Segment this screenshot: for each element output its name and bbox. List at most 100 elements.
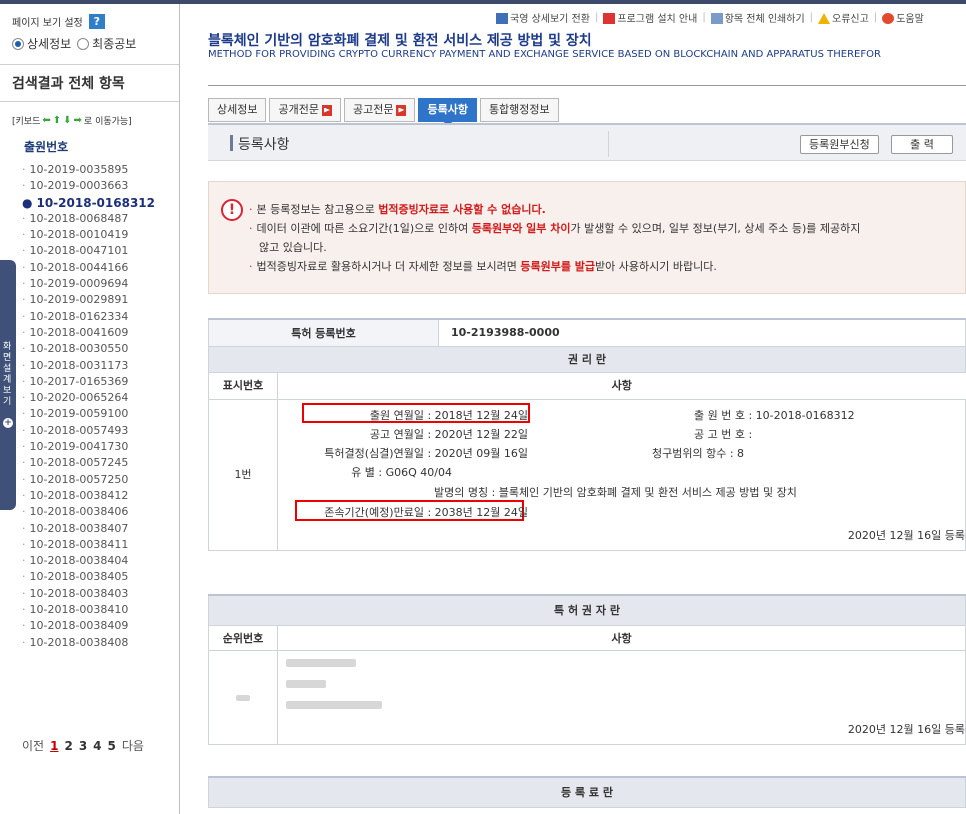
application-number-item[interactable]: · 10-2018-0068487 bbox=[22, 211, 179, 227]
application-number-item[interactable]: · 10-2018-0010419 bbox=[22, 227, 179, 243]
application-number-item[interactable]: · 10-2018-0030550 bbox=[22, 341, 179, 357]
toplink-install-guide[interactable]: 프로그램 설치 안내 bbox=[603, 10, 697, 25]
col-display-no: 표시번호 bbox=[209, 372, 278, 399]
toplink-print-all[interactable]: 항목 전체 인쇄하기 bbox=[710, 10, 805, 25]
active-bullet-icon: ● bbox=[22, 195, 33, 210]
application-number-item[interactable]: · 10-2018-0038408 bbox=[22, 635, 179, 651]
help-icon[interactable]: ? bbox=[88, 14, 105, 29]
application-number-item[interactable]: · 10-2018-0162334 bbox=[22, 309, 179, 325]
notice-line-2-cont: 않고 있습니다. bbox=[259, 241, 327, 254]
application-number-item[interactable]: ● 10-2018-0168312 bbox=[22, 195, 179, 211]
side-view-tab[interactable]: 화면설계보기 + bbox=[0, 260, 16, 510]
notice-text: 데이터 이관에 따른 소요기간(1일)으로 인하여 bbox=[256, 222, 472, 235]
filing-date: 출원 연월일 : 2018년 12월 24일 bbox=[369, 408, 528, 422]
pager-page-5[interactable]: 5 bbox=[108, 739, 116, 753]
application-number: 10-2019-0029891 bbox=[29, 293, 129, 307]
radio-final[interactable] bbox=[77, 37, 90, 50]
holders-header: 특 허 권 자 란 bbox=[208, 594, 966, 626]
application-number: 10-2018-0038412 bbox=[29, 488, 129, 502]
pdf-icon bbox=[603, 13, 616, 24]
list-title: 출원번호 bbox=[24, 140, 69, 154]
tab-1[interactable]: 공개전문 bbox=[269, 98, 341, 122]
filing-number: 출 원 번 호 : 10-2018-0168312 bbox=[694, 408, 855, 422]
application-number: 10-2018-0038408 bbox=[29, 635, 129, 649]
bullet-icon: · bbox=[22, 358, 26, 372]
application-number: 10-2018-0030550 bbox=[29, 342, 129, 356]
fee-header-row: 등 록 료 란 bbox=[208, 776, 966, 808]
radio-detail[interactable] bbox=[12, 37, 24, 50]
pager-next[interactable]: 다음 bbox=[122, 737, 144, 754]
sidebar: 페이지 보기 설정 ? 상세정보 최종공보 검색결과 전체 항목 [키보드 ⬅ … bbox=[0, 4, 180, 814]
application-number-item[interactable]: · 10-2018-0038406 bbox=[22, 504, 179, 520]
application-number-item[interactable]: · 10-2018-0031173 bbox=[22, 358, 179, 374]
pager-page-1[interactable]: 1 bbox=[50, 739, 58, 753]
notice-emphasis: 등록원부를 발급 bbox=[520, 260, 596, 273]
bullet-icon: · bbox=[22, 374, 26, 388]
application-number-item[interactable]: · 10-2018-0038409 bbox=[22, 618, 179, 634]
application-number: 10-2019-0009694 bbox=[29, 277, 129, 291]
toplink-help[interactable]: 도움말 bbox=[882, 10, 924, 25]
application-number-item[interactable]: · 10-2018-0038403 bbox=[22, 586, 179, 602]
application-number: 10-2018-0057250 bbox=[29, 472, 129, 486]
rights-col-row: 표시번호 사항 bbox=[208, 371, 966, 400]
application-number-item[interactable]: · 10-2018-0057493 bbox=[22, 423, 179, 439]
warning-icon bbox=[818, 13, 831, 24]
application-number-item[interactable]: · 10-2018-0038405 bbox=[22, 569, 179, 585]
toplink-label: 국영 상세보기 전환 bbox=[510, 13, 590, 25]
application-number-item[interactable]: · 10-2019-0059100 bbox=[22, 406, 179, 422]
arrow-down-icon: ⬇ bbox=[63, 115, 72, 126]
bullet-icon: · bbox=[22, 179, 26, 193]
application-number-item[interactable]: · 10-2019-0029891 bbox=[22, 292, 179, 308]
bullet-icon: · bbox=[22, 440, 26, 454]
application-number: 10-2019-0003663 bbox=[29, 179, 129, 193]
publication-date: 공고 연월일 : 2020년 12월 22일 bbox=[369, 427, 528, 441]
request-register-button[interactable]: 등록원부신청 bbox=[800, 135, 879, 154]
application-number-item[interactable]: · 10-2018-0041609 bbox=[22, 325, 179, 341]
application-number: 10-2019-0035895 bbox=[29, 163, 129, 176]
application-number-item[interactable]: · 10-2018-0057250 bbox=[22, 472, 179, 488]
toplink-label: 오류신고 bbox=[832, 13, 869, 25]
view-setting-label: 페이지 보기 설정 bbox=[12, 18, 83, 29]
pager-page-3[interactable]: 3 bbox=[79, 739, 87, 753]
pager-page-4[interactable]: 4 bbox=[93, 739, 101, 753]
application-number-item[interactable]: · 10-2019-0035895 bbox=[22, 162, 179, 178]
redacted-text bbox=[286, 679, 326, 688]
section-divider bbox=[608, 131, 609, 157]
application-number-item[interactable]: · 10-2018-0044166 bbox=[22, 260, 179, 276]
application-number: 10-2018-0038404 bbox=[29, 554, 129, 568]
tab-label: 공고전문 bbox=[352, 103, 394, 116]
pdf-icon bbox=[321, 104, 332, 116]
application-number-item[interactable]: · 10-2018-0038410 bbox=[22, 602, 179, 618]
print-button[interactable]: 출 력 bbox=[891, 135, 953, 154]
holder-detail-cell: 2020년 12월 16일 등록 bbox=[277, 649, 966, 745]
tab-label: 통합행정정보 bbox=[488, 103, 550, 116]
application-number-item[interactable]: · 10-2017-0165369 bbox=[22, 374, 179, 390]
pager-pages: 12345 bbox=[50, 739, 116, 753]
application-number-item[interactable]: · 10-2018-0047101 bbox=[22, 243, 179, 259]
application-number-item[interactable]: · 10-2018-0038407 bbox=[22, 521, 179, 537]
application-number-item[interactable]: · 10-2018-0038411 bbox=[22, 537, 179, 553]
application-number-item[interactable]: · 10-2018-0038404 bbox=[22, 553, 179, 569]
application-number-item[interactable]: · 10-2019-0003663 bbox=[22, 178, 179, 194]
bullet-icon: · bbox=[22, 277, 26, 291]
pager-prev[interactable]: 이전 bbox=[22, 737, 44, 754]
toplink-eng-view[interactable]: 국영 상세보기 전환 bbox=[496, 10, 590, 25]
tab-4[interactable]: 통합행정정보 bbox=[479, 98, 559, 122]
bullet-icon: · bbox=[22, 309, 26, 323]
classification: 유 별 : G06Q 40/04 bbox=[351, 465, 452, 479]
application-number-item[interactable]: · 10-2018-0057245 bbox=[22, 455, 179, 471]
application-number-item[interactable]: · 10-2020-0065264 bbox=[22, 390, 179, 406]
application-number-item[interactable]: · 10-2018-0038412 bbox=[22, 488, 179, 504]
notice-lines: · 본 등록정보는 참고용으로 법적증빙자료로 사용할 수 없습니다. · 데이터 … bbox=[249, 200, 961, 276]
application-number-item[interactable]: · 10-2019-0041730 bbox=[22, 439, 179, 455]
toplink-report-error[interactable]: 오류신고 bbox=[818, 10, 869, 25]
reg-number-value: 10-2193988-0000 bbox=[438, 318, 966, 347]
tab-3[interactable]: 등록사항 bbox=[418, 98, 477, 127]
tab-0[interactable]: 상세정보 bbox=[208, 98, 267, 122]
tab-2[interactable]: 공고전문 bbox=[343, 98, 416, 122]
bullet-icon: · bbox=[22, 391, 26, 405]
application-number-item[interactable]: · 10-2019-0009694 bbox=[22, 276, 179, 292]
holders-col-row: 순위번호 사항 bbox=[208, 624, 966, 651]
pager-page-2[interactable]: 2 bbox=[64, 739, 72, 753]
holder-reg-note: 2020년 12월 16일 등록 bbox=[847, 722, 965, 736]
